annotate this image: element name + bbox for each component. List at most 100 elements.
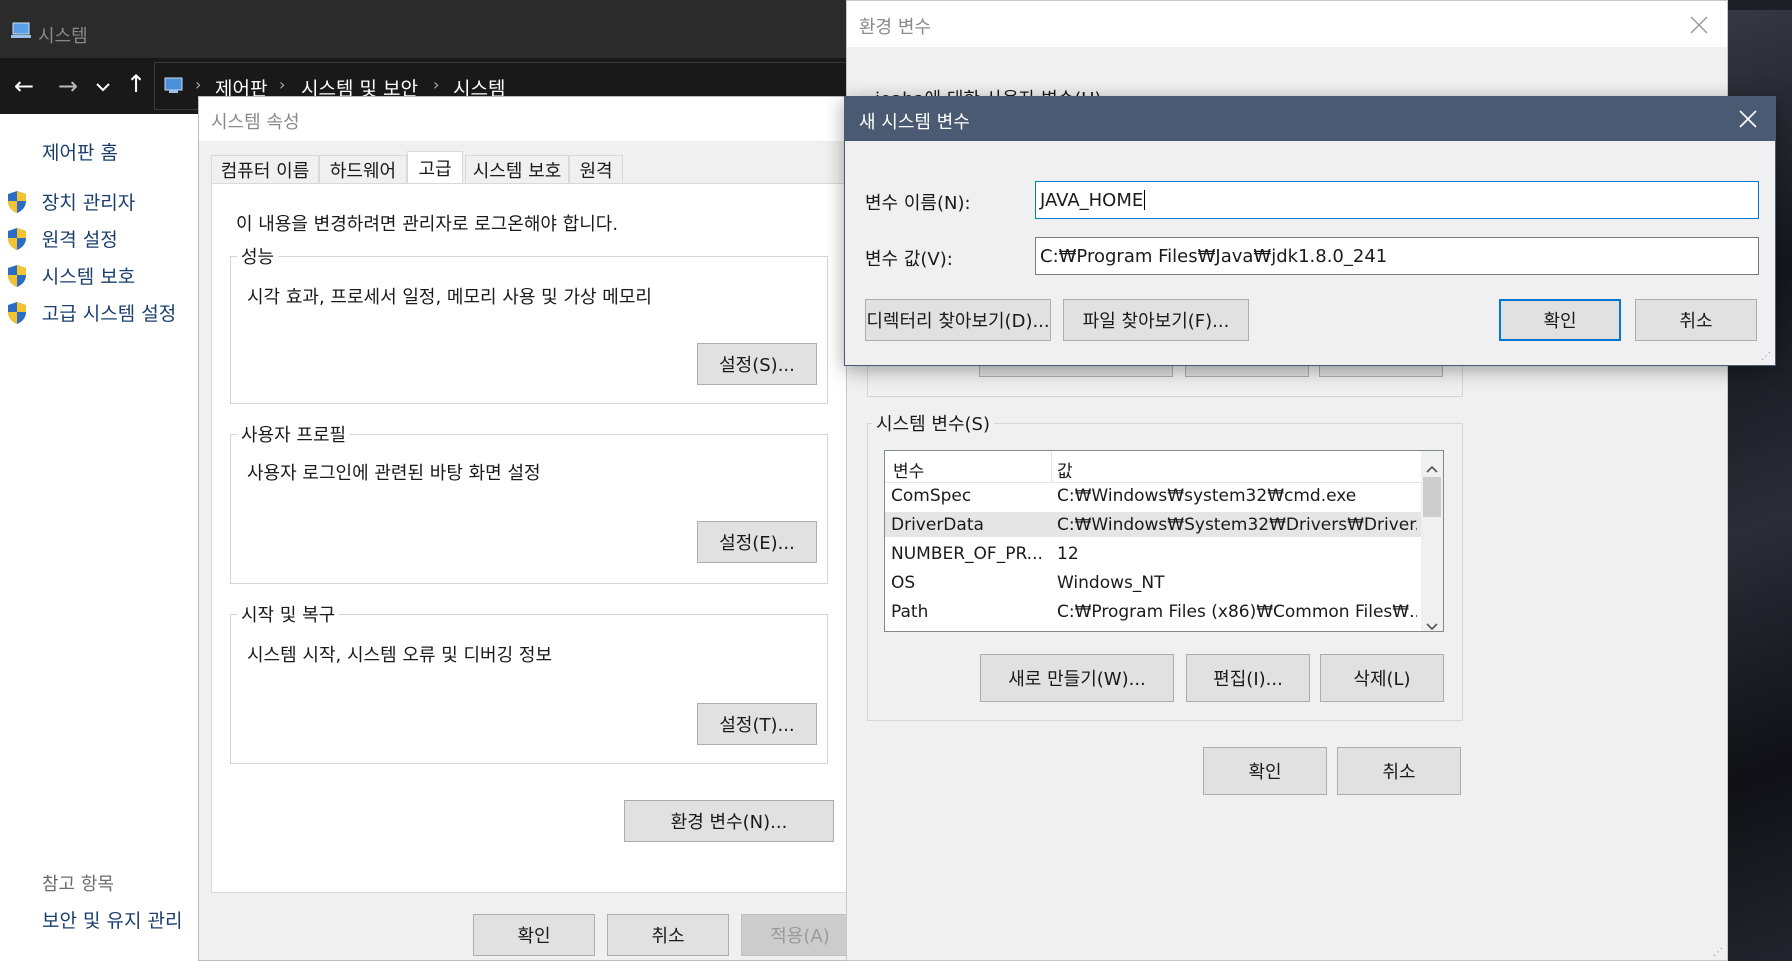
column-header-name[interactable]: 변수 — [893, 457, 924, 482]
column-header-value[interactable]: 값 — [1057, 457, 1073, 482]
list-rows: ComSpec C:₩Windows₩system32₩cmd.exe Driv… — [885, 483, 1421, 631]
performance-settings-button[interactable]: 설정(S)... — [697, 343, 817, 385]
close-icon[interactable] — [1685, 11, 1713, 39]
group-title: 성능 — [237, 243, 279, 269]
scroll-down-icon[interactable] — [1426, 615, 1438, 636]
group-desc: 시각 효과, 프로세서 일정, 메모리 사용 및 가상 메모리 — [247, 287, 652, 308]
tab-label: 원격 — [579, 160, 613, 182]
browse-file-button[interactable]: 파일 찾아보기(F)... — [1063, 299, 1249, 341]
shield-icon — [8, 227, 26, 250]
variable-name-label: 변수 이름(N): — [865, 193, 971, 214]
tab-strip: 컴퓨터 이름 하드웨어 고급 시스템 보호 원격 — [211, 151, 851, 183]
env-title-bar[interactable]: 환경 변수 — [847, 1, 1727, 47]
sidebar-item-label: 시스템 보호 — [41, 266, 136, 288]
sidebar: 제어판 홈 장치 관리자 원격 설정 시스템 보호 고급 시스템 설정 참고 항… — [0, 114, 200, 961]
group-desc: 시스템 시작, 시스템 오류 및 디버깅 정보 — [247, 645, 553, 666]
env-title: 환경 변수 — [859, 17, 931, 38]
breadcrumb-sep-icon: › — [279, 75, 286, 94]
table-row[interactable]: ComSpec C:₩Windows₩system32₩cmd.exe — [885, 483, 1421, 508]
sidebar-item-device-manager[interactable]: 장치 관리자 — [6, 188, 135, 215]
browse-directory-button[interactable]: 디렉터리 찾아보기(D)... — [865, 299, 1051, 341]
row-name: OS — [891, 573, 916, 593]
chevron-down-icon[interactable] — [96, 76, 110, 97]
tab-advanced[interactable]: 고급 — [407, 151, 463, 183]
group-title: 사용자 프로필 — [237, 421, 351, 447]
table-row-selected[interactable]: DriverData C:₩Windows₩System32₩Drivers₩D… — [885, 512, 1421, 537]
resize-grip-icon[interactable]: ⋰ — [1713, 947, 1723, 958]
group-performance: 성능 시각 효과, 프로세서 일정, 메모리 사용 및 가상 메모리 설정(S)… — [230, 243, 828, 404]
admin-note: 이 내용을 변경하려면 관리자로 로그온해야 합니다. — [236, 214, 619, 235]
close-icon[interactable] — [1733, 105, 1763, 133]
sidebar-item-remote-settings[interactable]: 원격 설정 — [6, 225, 118, 252]
startup-settings-button[interactable]: 설정(T)... — [697, 703, 817, 745]
row-name: DriverData — [891, 515, 984, 535]
new-var-title: 새 시스템 변수 — [859, 112, 970, 133]
shield-icon — [8, 264, 26, 287]
tab-page: 이 내용을 변경하려면 관리자로 로그온해야 합니다. 성능 시각 효과, 프로… — [211, 183, 847, 893]
tab-system-protection[interactable]: 시스템 보호 — [465, 155, 569, 183]
env-cancel-button[interactable]: 취소 — [1337, 747, 1461, 795]
system-title-bar[interactable]: 시스템 — [0, 0, 860, 58]
new-var-title-bar[interactable]: 새 시스템 변수 — [845, 97, 1775, 141]
system-variables-list[interactable]: 변수 값 ComSpec C:₩Windows₩system32₩cmd.exe… — [884, 450, 1444, 632]
row-value: 12 — [1057, 544, 1079, 564]
user-profile-settings-button[interactable]: 설정(E)... — [697, 521, 817, 563]
tab-remote[interactable]: 원격 — [569, 155, 623, 183]
row-value: C:₩Windows₩System32₩Drivers₩Driver... — [1057, 515, 1417, 535]
new-var-cancel-button[interactable]: 취소 — [1635, 299, 1757, 341]
table-row[interactable]: NUMBER_OF_PR... 12 — [885, 541, 1421, 566]
tab-label: 고급 — [418, 158, 452, 180]
see-also-security-link[interactable]: 보안 및 유지 관리 — [42, 906, 182, 933]
sidebar-item-advanced-settings[interactable]: 고급 시스템 설정 — [6, 299, 176, 326]
scrollbar-thumb[interactable] — [1423, 477, 1441, 517]
tab-label: 컴퓨터 이름 — [220, 160, 310, 182]
control-panel-icon — [163, 75, 185, 100]
row-value: C:₩Windows₩system32₩cmd.exe — [1057, 486, 1357, 506]
back-arrow-icon[interactable]: ← — [14, 72, 34, 100]
system-new-button[interactable]: 새로 만들기(W)... — [980, 654, 1174, 702]
table-row[interactable]: OS Windows_NT — [885, 570, 1421, 595]
sys-props-ok-button[interactable]: 확인 — [473, 914, 595, 956]
system-window-title: 시스템 — [38, 26, 88, 47]
row-name: Path — [891, 602, 929, 622]
sys-props-title-bar[interactable]: 시스템 속성 — [199, 97, 857, 141]
shield-icon — [8, 301, 26, 324]
variable-name-value: JAVA_HOME — [1040, 189, 1144, 211]
system-properties-dialog: 시스템 속성 컴퓨터 이름 하드웨어 고급 시스템 보호 원격 이 내용을 변경… — [198, 96, 859, 961]
tab-label: 시스템 보호 — [472, 160, 562, 182]
sys-props-apply-button: 적용(A) — [741, 914, 859, 956]
env-ok-button[interactable]: 확인 — [1203, 747, 1327, 795]
column-divider — [1051, 451, 1052, 483]
tab-hardware[interactable]: 하드웨어 — [319, 155, 407, 183]
vertical-scrollbar[interactable] — [1421, 451, 1443, 631]
sidebar-item-label: 고급 시스템 설정 — [41, 303, 177, 325]
group-startup-recovery: 시작 및 복구 시스템 시작, 시스템 오류 및 디버깅 정보 설정(T)... — [230, 601, 828, 764]
computer-icon — [10, 22, 32, 45]
new-var-ok-button[interactable]: 확인 — [1499, 299, 1621, 341]
sys-props-cancel-button[interactable]: 취소 — [607, 914, 729, 956]
row-value: Windows_NT — [1057, 573, 1165, 593]
resize-grip-icon[interactable]: ⋰ — [1761, 351, 1771, 362]
group-user-profiles: 사용자 프로필 사용자 로그인에 관련된 바탕 화면 설정 설정(E)... — [230, 421, 828, 584]
forward-arrow-icon[interactable]: → — [58, 72, 78, 100]
sidebar-item-label: 원격 설정 — [41, 229, 118, 251]
new-system-variable-dialog: 새 시스템 변수 변수 이름(N): JAVA_HOME 변수 값(V): C:… — [844, 96, 1776, 366]
shield-icon — [8, 190, 26, 213]
table-row[interactable]: Path C:₩Program Files (x86)₩Common Files… — [885, 599, 1421, 624]
tab-label: 하드웨어 — [329, 160, 397, 182]
scroll-up-icon[interactable] — [1426, 457, 1438, 478]
list-header: 변수 값 — [885, 451, 1421, 483]
sidebar-item-label: 장치 관리자 — [41, 192, 136, 214]
up-arrow-icon[interactable]: ↑ — [126, 70, 146, 98]
sidebar-home-link[interactable]: 제어판 홈 — [42, 138, 118, 165]
system-delete-button[interactable]: 삭제(L) — [1320, 654, 1444, 702]
variable-name-input[interactable]: JAVA_HOME — [1035, 181, 1759, 219]
sidebar-item-system-protection[interactable]: 시스템 보호 — [6, 262, 135, 289]
text-caret — [1144, 190, 1146, 210]
breadcrumb-sep-icon: › — [195, 75, 202, 94]
environment-variables-button[interactable]: 환경 변수(N)... — [624, 800, 834, 842]
variable-value-input[interactable]: C:₩Program Files₩Java₩jdk1.8.0_241 — [1035, 237, 1759, 275]
system-edit-button[interactable]: 편집(I)... — [1186, 654, 1310, 702]
row-name: ComSpec — [891, 486, 972, 506]
tab-computer-name[interactable]: 컴퓨터 이름 — [211, 155, 319, 183]
